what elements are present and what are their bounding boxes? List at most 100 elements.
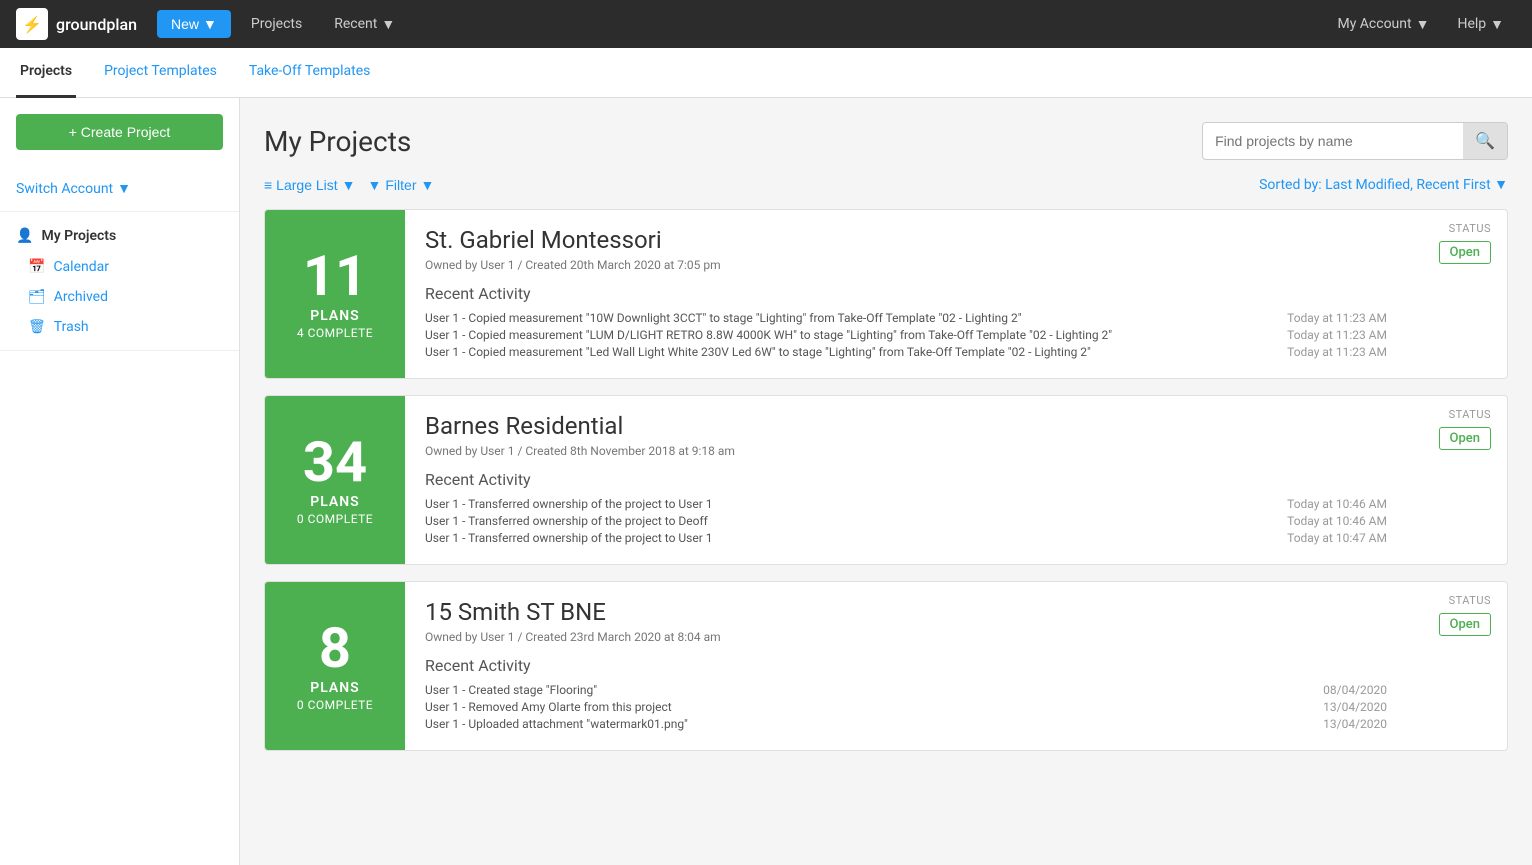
status-label: STATUS — [1449, 408, 1491, 421]
page-title: My Projects — [264, 125, 411, 158]
activity-row: User 1 - Copied measurement "Led Wall Li… — [425, 345, 1387, 359]
activity-row: User 1 - Transferred ownership of the pr… — [425, 514, 1387, 528]
activity-time: 13/04/2020 — [1323, 717, 1387, 731]
badge-complete: 0 COMPLETE — [297, 512, 373, 526]
activity-text: User 1 - Uploaded attachment "watermark0… — [425, 717, 1307, 731]
create-project-button[interactable]: + Create Project — [16, 114, 223, 150]
sidebar-my-projects-heading: 👤 My Projects — [0, 220, 239, 252]
activity-text: User 1 - Transferred ownership of the pr… — [425, 497, 1271, 511]
layout: + Create Project Switch Account ▼ 👤 My P… — [0, 98, 1532, 865]
trash-icon: 🗑 — [28, 319, 46, 335]
nav-right: My Account ▼ Help ▼ — [1325, 0, 1516, 48]
badge-number: 8 — [319, 620, 351, 676]
toolbar-right: Sorted by: Last Modified, Recent First ▼ — [1259, 176, 1508, 193]
project-activity-title: Recent Activity — [425, 656, 1387, 675]
tab-takeoff-templates[interactable]: Take-Off Templates — [245, 48, 375, 98]
search-input[interactable] — [1203, 125, 1463, 157]
dropdown-arrow-icon: ▼ — [421, 177, 435, 193]
top-nav: ⚡ groundplan New ▼ Projects Recent ▼ My … — [0, 0, 1532, 48]
logo-text: groundplan — [56, 15, 137, 34]
projects-nav-link[interactable]: Projects — [239, 0, 314, 48]
activity-time: Today at 11:23 AM — [1287, 311, 1387, 325]
dropdown-arrow-icon: ▼ — [342, 177, 356, 193]
project-meta: Owned by User 1 / Created 8th November 2… — [425, 444, 1387, 458]
dropdown-arrow-icon: ▼ — [1416, 16, 1430, 33]
calendar-icon: 📅 — [28, 259, 45, 275]
filter-icon: ▼ — [368, 177, 382, 193]
list-view-icon: ≡ — [264, 177, 272, 193]
activity-time: Today at 10:46 AM — [1287, 497, 1387, 511]
activity-text: User 1 - Copied measurement "Led Wall Li… — [425, 345, 1271, 359]
dropdown-arrow-icon: ▼ — [1494, 177, 1508, 193]
switch-account-button[interactable]: Switch Account ▼ — [0, 174, 239, 203]
project-card[interactable]: 34 PLANS 0 COMPLETE Barnes Residential O… — [264, 395, 1508, 565]
status-badge[interactable]: Open — [1439, 427, 1491, 450]
recent-nav-link[interactable]: Recent ▼ — [322, 0, 407, 48]
activity-row: User 1 - Transferred ownership of the pr… — [425, 531, 1387, 545]
project-info: St. Gabriel Montessori Owned by User 1 /… — [405, 210, 1407, 378]
filter-button[interactable]: ▼ Filter ▼ — [368, 177, 435, 193]
project-name[interactable]: Barnes Residential — [425, 412, 1387, 440]
project-name[interactable]: St. Gabriel Montessori — [425, 226, 1387, 254]
help-link[interactable]: Help ▼ — [1445, 0, 1516, 48]
project-info: Barnes Residential Owned by User 1 / Cre… — [405, 396, 1407, 564]
main-content: My Projects 🔍 ≡ Large List ▼ ▼ Filter ▼ — [240, 98, 1532, 865]
badge-complete: 4 COMPLETE — [297, 326, 373, 340]
sidebar-item-calendar[interactable]: 📅 Calendar — [0, 252, 239, 282]
project-status-col: STATUS Open — [1407, 396, 1507, 564]
activity-row: User 1 - Uploaded attachment "watermark0… — [425, 717, 1387, 731]
dropdown-arrow-icon: ▼ — [117, 180, 131, 197]
status-label: STATUS — [1449, 594, 1491, 607]
project-meta: Owned by User 1 / Created 23rd March 202… — [425, 630, 1387, 644]
sidebar: + Create Project Switch Account ▼ 👤 My P… — [0, 98, 240, 865]
project-status-col: STATUS Open — [1407, 210, 1507, 378]
activity-time: Today at 10:47 AM — [1287, 531, 1387, 545]
sidebar-item-archived[interactable]: 🗂 Archived — [0, 282, 239, 312]
project-activity-title: Recent Activity — [425, 470, 1387, 489]
user-icon: 👤 — [16, 228, 33, 244]
activity-time: 13/04/2020 — [1323, 700, 1387, 714]
view-large-list-button[interactable]: ≡ Large List ▼ — [264, 177, 356, 193]
activity-text: User 1 - Copied measurement "10W Downlig… — [425, 311, 1271, 325]
activity-row: User 1 - Removed Amy Olarte from this pr… — [425, 700, 1387, 714]
toolbar-left: ≡ Large List ▼ ▼ Filter ▼ — [264, 177, 434, 193]
sidebar-item-trash[interactable]: 🗑 Trash — [0, 312, 239, 342]
badge-number: 11 — [303, 248, 367, 304]
sub-nav: Projects Project Templates Take-Off Temp… — [0, 48, 1532, 98]
project-badge: 34 PLANS 0 COMPLETE — [265, 396, 405, 564]
status-badge[interactable]: Open — [1439, 613, 1491, 636]
status-label: STATUS — [1449, 222, 1491, 235]
my-account-link[interactable]: My Account ▼ — [1325, 0, 1441, 48]
project-meta: Owned by User 1 / Created 20th March 202… — [425, 258, 1387, 272]
new-button[interactable]: New ▼ — [157, 10, 231, 38]
badge-complete: 0 COMPLETE — [297, 698, 373, 712]
project-card[interactable]: 8 PLANS 0 COMPLETE 15 Smith ST BNE Owned… — [264, 581, 1508, 751]
badge-plans: PLANS — [310, 494, 359, 510]
status-badge[interactable]: Open — [1439, 241, 1491, 264]
main-header: My Projects 🔍 — [264, 122, 1508, 160]
dropdown-arrow-icon: ▼ — [381, 16, 395, 33]
search-button[interactable]: 🔍 — [1463, 123, 1507, 159]
project-name[interactable]: 15 Smith ST BNE — [425, 598, 1387, 626]
dropdown-arrow-icon: ▼ — [203, 16, 217, 32]
archived-icon: 🗂 — [28, 289, 46, 305]
badge-plans: PLANS — [310, 680, 359, 696]
activity-time: Today at 10:46 AM — [1287, 514, 1387, 528]
project-info: 15 Smith ST BNE Owned by User 1 / Create… — [405, 582, 1407, 750]
project-badge: 8 PLANS 0 COMPLETE — [265, 582, 405, 750]
activity-text: User 1 - Removed Amy Olarte from this pr… — [425, 700, 1307, 714]
activity-text: User 1 - Created stage "Flooring" — [425, 683, 1307, 697]
project-badge: 11 PLANS 4 COMPLETE — [265, 210, 405, 378]
tab-projects[interactable]: Projects — [16, 48, 76, 98]
logo-area: ⚡ groundplan — [16, 8, 137, 40]
badge-plans: PLANS — [310, 308, 359, 324]
activity-text: User 1 - Copied measurement "LUM D/LIGHT… — [425, 328, 1271, 342]
project-card[interactable]: 11 PLANS 4 COMPLETE St. Gabriel Montesso… — [264, 209, 1508, 379]
sort-value[interactable]: Last Modified, Recent First ▼ — [1325, 177, 1508, 193]
badge-number: 34 — [303, 434, 367, 490]
tab-project-templates[interactable]: Project Templates — [100, 48, 221, 98]
dropdown-arrow-icon: ▼ — [1490, 16, 1504, 33]
projects-list: 11 PLANS 4 COMPLETE St. Gabriel Montesso… — [264, 209, 1508, 751]
activity-time: Today at 11:23 AM — [1287, 345, 1387, 359]
sidebar-section-projects: 👤 My Projects 📅 Calendar 🗂 Archived 🗑 Tr… — [0, 212, 239, 351]
